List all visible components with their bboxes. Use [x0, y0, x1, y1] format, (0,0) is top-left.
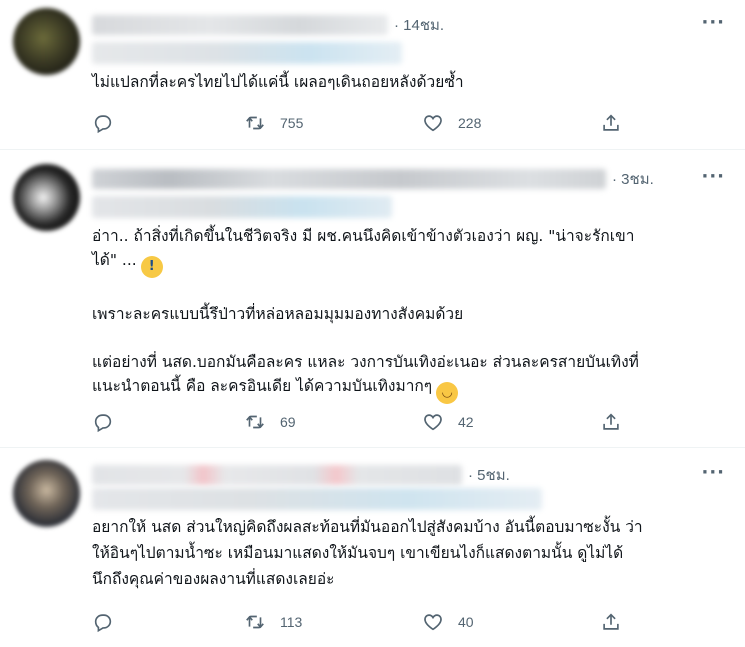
- blurred-username: [92, 42, 402, 64]
- retweet-icon: [246, 415, 264, 429]
- blurred-display-name[interactable]: [92, 15, 388, 35]
- like-button[interactable]: 40: [422, 611, 474, 633]
- more-options-icon[interactable]: ···: [701, 12, 725, 33]
- tweet-header: · 3ชม. ···: [92, 166, 733, 192]
- reply-button[interactable]: [92, 611, 114, 633]
- retweet-count: 113: [280, 614, 303, 630]
- tweet-text: ไม่แปลกที่ละครไทยไปได้แค่นี้ เผลอๆเดินถอ…: [92, 73, 464, 91]
- retweet-count: 69: [280, 414, 296, 430]
- retweet-button[interactable]: 755: [244, 112, 303, 134]
- blurred-display-name[interactable]: [92, 465, 462, 485]
- share-button[interactable]: [600, 611, 622, 633]
- tweet-actions: 69 42: [92, 410, 745, 434]
- reply-icon: [94, 414, 112, 433]
- heart-icon: [424, 414, 442, 431]
- timestamp[interactable]: · 14ชม.: [394, 13, 444, 37]
- tweet-text: อ่าา.. ถ้าสิ่งที่เกิดขึ้นในชีวิตจริง มี …: [92, 224, 732, 404]
- share-icon: [603, 413, 619, 430]
- face-screaming-emoji: !: [140, 256, 163, 278]
- retweet-button[interactable]: 113: [244, 611, 302, 633]
- tweet-text-line: อ่าา.. ถ้าสิ่งที่เกิดขึ้นในชีวิตจริง มี …: [92, 227, 635, 245]
- avatar[interactable]: [13, 460, 80, 527]
- heart-icon: [424, 614, 442, 631]
- tweet-text-line: แต่อย่างที่ นสด.บอกมันคือละคร แหละ วงการ…: [92, 353, 639, 395]
- tweet-actions: 113 40: [92, 610, 745, 634]
- tweet-header: · 14ชม. ···: [92, 12, 733, 38]
- retweet-icon: [246, 615, 264, 629]
- like-button[interactable]: 42: [422, 411, 474, 433]
- blurred-display-name[interactable]: [92, 169, 606, 189]
- heart-icon: [424, 115, 442, 132]
- more-options-icon[interactable]: ···: [701, 462, 725, 483]
- like-count: 228: [458, 115, 482, 131]
- tweet[interactable]: · 5ชม. ··· อยากให้ นสด ส่วนใหญ่คิดถึงผลส…: [0, 448, 745, 647]
- timestamp[interactable]: · 5ชม.: [468, 463, 510, 487]
- like-count: 42: [458, 414, 474, 430]
- reply-icon: [94, 115, 112, 134]
- more-options-icon[interactable]: ···: [701, 166, 725, 187]
- like-count: 40: [458, 614, 474, 630]
- tweet[interactable]: · 3ชม. ··· อ่าา.. ถ้าสิ่งที่เกิดขึ้นในชี…: [0, 150, 745, 448]
- share-button[interactable]: [600, 411, 622, 433]
- smirking-face-emoji: ◡: [436, 382, 459, 404]
- avatar[interactable]: [13, 164, 80, 231]
- blurred-username: [92, 196, 392, 218]
- tweet-text-line: ได้" ...: [92, 251, 137, 269]
- share-button[interactable]: [600, 112, 622, 134]
- tweet-text-line: เพราะละครแบบนี้รึป่าวที่หล่อหลอมมุมมองทา…: [92, 305, 464, 323]
- tweet-actions: 755 228: [92, 111, 745, 135]
- avatar[interactable]: [13, 8, 80, 75]
- tweet[interactable]: · 14ชม. ··· ไม่แปลกที่ละครไทยไปได้แค่นี้…: [0, 0, 745, 150]
- retweet-icon: [246, 116, 264, 130]
- blurred-username: [92, 488, 542, 510]
- retweet-count: 755: [280, 115, 304, 131]
- reply-button[interactable]: [92, 112, 114, 134]
- retweet-button[interactable]: 69: [244, 411, 296, 433]
- share-icon: [603, 114, 619, 131]
- timestamp[interactable]: · 3ชม.: [612, 167, 654, 191]
- share-icon: [603, 613, 619, 630]
- like-button[interactable]: 228: [422, 112, 481, 134]
- tweet-header: · 5ชม. ···: [92, 462, 733, 488]
- reply-button[interactable]: [92, 411, 114, 433]
- tweet-text: อยากให้ นสด ส่วนใหญ่คิดถึงผลสะท้อนที่มัน…: [92, 518, 643, 588]
- tweet-feed: · 14ชม. ··· ไม่แปลกที่ละครไทยไปได้แค่นี้…: [0, 0, 745, 647]
- reply-icon: [94, 614, 112, 633]
